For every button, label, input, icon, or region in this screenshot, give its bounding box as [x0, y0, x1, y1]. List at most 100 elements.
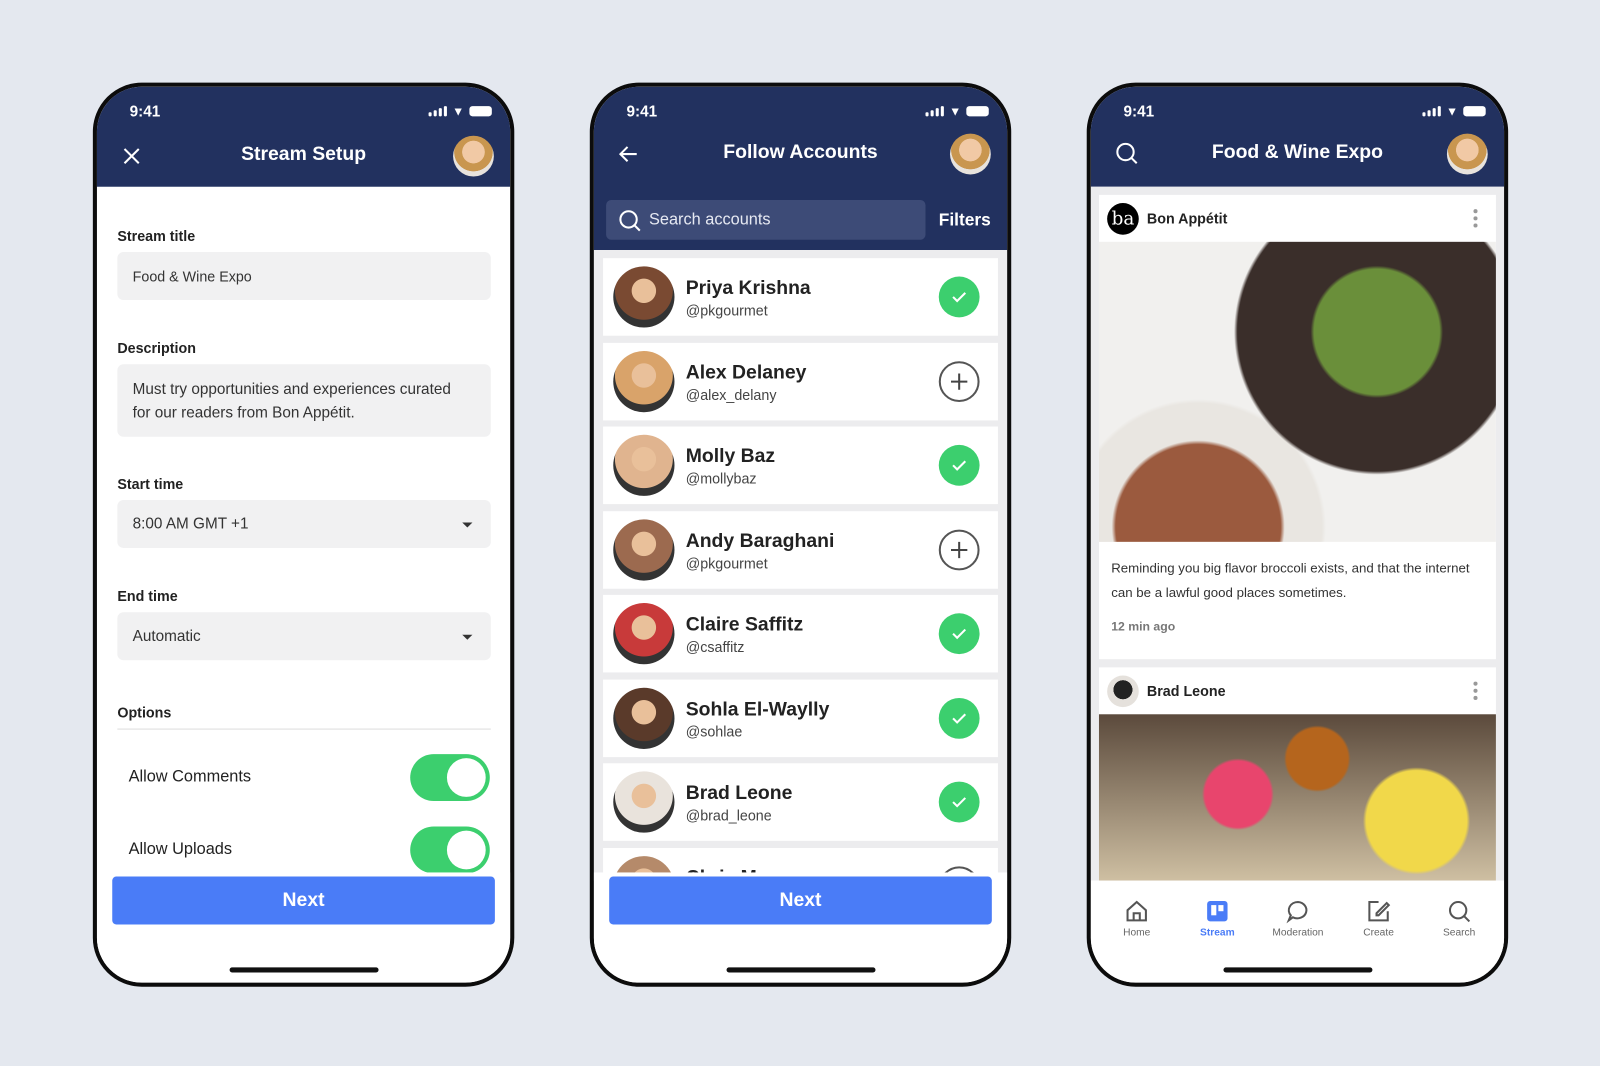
page-title: Follow Accounts [723, 141, 878, 164]
end-time-value: Automatic [132, 627, 201, 645]
account-avatar [613, 266, 675, 328]
footer: Next [593, 872, 1008, 983]
account-avatar [613, 771, 675, 833]
feed[interactable]: ba Bon Appétit Reminding you big flavor b… [1090, 186, 1505, 881]
account-handle: @pkgourmet [685, 302, 768, 319]
search-icon [618, 209, 641, 237]
account-name: Sohla El-Waylly [685, 698, 830, 720]
description-label: Description [117, 339, 196, 357]
header: 9:41 ▼ Food & Wine Expo [1090, 86, 1505, 187]
account-row[interactable]: Sohla El-Waylly @sohlae [603, 679, 998, 757]
post-card[interactable]: Brad Leone [1098, 667, 1496, 881]
status-time: 9:41 [626, 103, 658, 121]
home-indicator [726, 967, 876, 973]
account-list[interactable]: Priya Krishna @pkgourmet Alex Delaney @a… [593, 249, 1008, 881]
chat-bubble-icon [1286, 901, 1308, 924]
battery-icon [1463, 106, 1486, 117]
allow-comments-toggle[interactable] [410, 754, 490, 802]
next-button[interactable]: Next [609, 876, 992, 925]
account-name: Andy Baraghani [685, 530, 835, 552]
check-icon[interactable] [938, 781, 980, 823]
post-time: 12 min ago [1111, 619, 1176, 634]
follow-accounts-screen: 9:41 ▼ Follow Accounts Search accounts F… [589, 82, 1012, 987]
check-icon[interactable] [938, 444, 980, 486]
account-handle: @alex_delany [685, 386, 777, 403]
search-placeholder: Search accounts [648, 210, 771, 229]
tab-home[interactable]: Home [1097, 899, 1177, 939]
allow-uploads-toggle[interactable] [410, 826, 490, 874]
filters-button[interactable]: Filters [939, 210, 991, 230]
avatar[interactable] [453, 135, 494, 177]
account-avatar [613, 603, 675, 665]
wifi-icon: ▼ [1446, 104, 1459, 119]
check-icon[interactable] [938, 613, 980, 655]
account-handle: @sohlae [685, 722, 743, 740]
post-image[interactable] [1098, 241, 1496, 542]
stream-title-label: Stream title [117, 227, 196, 244]
account-name: Priya Krishna [685, 277, 811, 299]
check-icon[interactable] [938, 276, 980, 318]
avatar[interactable] [949, 133, 991, 175]
tab-label: Stream [1200, 927, 1235, 939]
account-row[interactable]: Brad Leone @brad_leone [603, 763, 998, 841]
status-time: 9:41 [1123, 103, 1155, 121]
account-row[interactable]: Andy Baraghani @pkgourmet [603, 510, 998, 589]
stream-feed-screen: 9:41 ▼ Food & Wine Expo ba Bon Appétit Re… [1086, 82, 1509, 987]
account-name: Claire Saffitz [685, 614, 804, 636]
account-avatar [613, 687, 675, 749]
post-image[interactable] [1098, 714, 1496, 881]
plus-icon[interactable] [938, 529, 980, 570]
account-row[interactable]: Molly Baz @mollybaz [603, 426, 998, 505]
header: 9:41 ▼ Stream Setup [96, 86, 511, 187]
tab-search[interactable]: Search [1419, 899, 1499, 939]
tab-moderation[interactable]: Moderation [1258, 899, 1338, 939]
bon-appetit-logo: ba [1107, 203, 1139, 235]
account-row[interactable]: Alex Delaney @alex_delany [603, 342, 998, 420]
avatar[interactable] [1446, 133, 1488, 175]
account-handle: @csaffitz [685, 638, 745, 656]
page-title: Stream Setup [241, 143, 367, 166]
allow-comments-label: Allow Comments [128, 768, 252, 786]
next-button[interactable]: Next [112, 876, 495, 925]
status-icons: ▼ [428, 104, 492, 119]
chevron-down-icon [462, 521, 473, 528]
post-card[interactable]: ba Bon Appétit Reminding you big flavor b… [1098, 194, 1496, 660]
status-icons: ▼ [1422, 104, 1486, 119]
signal-icon [925, 106, 944, 117]
more-options-icon[interactable] [1473, 681, 1478, 703]
account-name: Alex Delaney [685, 361, 807, 384]
wifi-icon: ▼ [452, 104, 465, 119]
home-indicator [1223, 967, 1373, 973]
more-options-icon[interactable] [1473, 209, 1478, 230]
account-row[interactable]: Priya Krishna @pkgourmet [603, 258, 998, 336]
description-input[interactable]: Must try opportunities and experiences c… [117, 364, 491, 437]
tab-label: Search [1443, 927, 1476, 939]
account-handle: @mollybaz [685, 470, 757, 487]
start-time-select[interactable]: 8:00 AM GMT +1 [117, 499, 491, 548]
allow-uploads-label: Allow Uploads [128, 840, 233, 859]
stream-setup-screen: 9:41 ▼ Stream Setup Stream title Food & … [92, 82, 515, 987]
tab-create[interactable]: Create [1339, 899, 1419, 939]
tab-stream[interactable]: Stream [1178, 899, 1258, 939]
tab-label: Home [1123, 927, 1151, 939]
account-name: Molly Baz [685, 445, 776, 468]
post-text: Reminding you big flavor broccoli exists… [1111, 560, 1470, 600]
plus-icon[interactable] [938, 360, 980, 402]
post-author: Brad Leone [1146, 682, 1226, 699]
battery-icon [966, 106, 989, 117]
search-input[interactable]: Search accounts [606, 199, 926, 240]
wifi-icon: ▼ [949, 104, 962, 119]
tab-label: Moderation [1272, 927, 1324, 939]
account-row[interactable]: Claire Saffitz @csaffitz [603, 594, 998, 673]
tab-bar: Home Stream Moderation Create Search [1090, 880, 1505, 983]
edit-icon [1368, 901, 1391, 922]
check-icon[interactable] [938, 697, 980, 739]
start-time-label: Start time [117, 475, 184, 492]
status-time: 9:41 [129, 103, 161, 121]
signal-icon [428, 106, 448, 117]
end-time-select[interactable]: Automatic [117, 612, 491, 661]
chevron-down-icon [462, 634, 473, 640]
stream-icon [1207, 901, 1228, 922]
start-time-value: 8:00 AM GMT +1 [132, 515, 249, 533]
stream-title-input[interactable]: Food & Wine Expo [117, 252, 491, 300]
